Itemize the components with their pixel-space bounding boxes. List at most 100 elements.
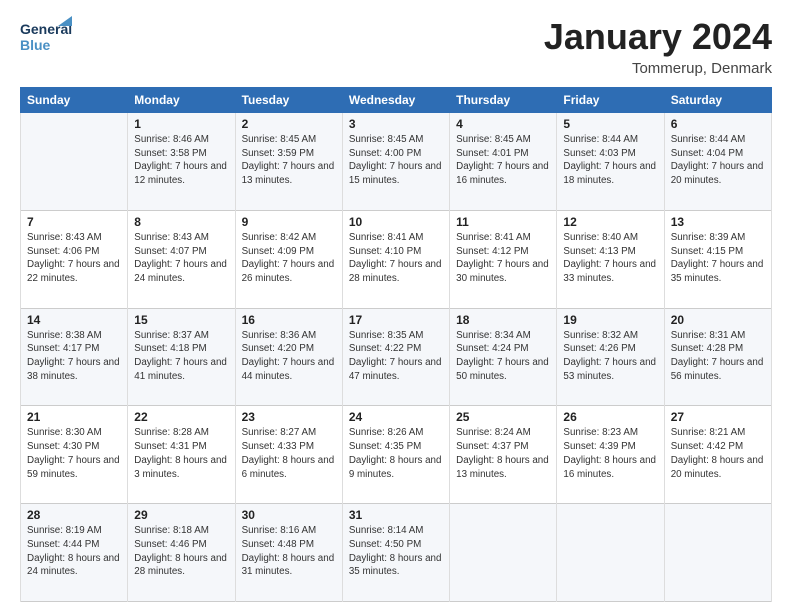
logo: General Blue [20,16,72,58]
table-cell: 14 Sunrise: 8:38 AMSunset: 4:17 PMDayligh… [21,308,128,406]
day-info: Sunrise: 8:34 AMSunset: 4:24 PMDaylight:… [456,329,550,384]
table-cell: 2 Sunrise: 8:45 AMSunset: 3:59 PMDaylight… [235,113,342,211]
table-cell: 5 Sunrise: 8:44 AMSunset: 4:03 PMDaylight… [557,113,664,211]
day-info: Sunrise: 8:44 AMSunset: 4:04 PMDaylight:… [671,133,765,188]
table-cell: 7 Sunrise: 8:43 AMSunset: 4:06 PMDaylight… [21,210,128,308]
day-info: Sunrise: 8:30 AMSunset: 4:30 PMDaylight:… [27,426,121,481]
table-cell: 25 Sunrise: 8:24 AMSunset: 4:37 PMDayligh… [450,406,557,504]
day-number: 9 [242,215,336,229]
col-wednesday: Wednesday [342,88,449,113]
day-number: 26 [563,410,657,424]
table-cell: 27 Sunrise: 8:21 AMSunset: 4:42 PMDayligh… [664,406,771,504]
table-cell: 4Sunrise: 8:45 AMSunset: 4:01 PMDaylight… [450,113,557,211]
day-info: Sunrise: 8:46 AMSunset: 3:58 PMDaylight:… [134,133,228,188]
table-cell: 13 Sunrise: 8:39 AMSunset: 4:15 PMDayligh… [664,210,771,308]
day-number: 17 [349,313,443,327]
day-number: 7 [27,215,121,229]
day-info: Sunrise: 8:43 AMSunset: 4:07 PMDaylight:… [134,231,228,286]
day-number: 5 [563,117,657,131]
day-number: 2 [242,117,336,131]
table-cell [450,504,557,602]
day-info: Sunrise: 8:40 AMSunset: 4:13 PMDaylight:… [563,231,657,286]
day-info: Sunrise: 8:24 AMSunset: 4:37 PMDaylight:… [456,426,550,481]
day-info: Sunrise: 8:27 AMSunset: 4:33 PMDaylight:… [242,426,336,481]
day-number: 30 [242,508,336,522]
table-cell: 8 Sunrise: 8:43 AMSunset: 4:07 PMDaylight… [128,210,235,308]
day-number: 11 [456,215,550,229]
table-cell: 1 Sunrise: 8:46 AMSunset: 3:58 PMDaylight… [128,113,235,211]
day-number: 15 [134,313,228,327]
day-number: 6 [671,117,765,131]
svg-text:Blue: Blue [20,37,51,53]
col-tuesday: Tuesday [235,88,342,113]
title-block: January 2024 Tommerup, Denmark [544,16,772,77]
day-info: Sunrise: 8:21 AMSunset: 4:42 PMDaylight:… [671,426,765,481]
table-cell: 10Sunrise: 8:41 AMSunset: 4:10 PMDayligh… [342,210,449,308]
day-number: 13 [671,215,765,229]
day-info: Sunrise: 8:26 AMSunset: 4:35 PMDaylight:… [349,426,443,481]
day-number: 18 [456,313,550,327]
header-row: Sunday Monday Tuesday Wednesday Thursday… [21,88,772,113]
table-cell: 23 Sunrise: 8:27 AMSunset: 4:33 PMDayligh… [235,406,342,504]
table-cell [21,113,128,211]
table-row: 7 Sunrise: 8:43 AMSunset: 4:06 PMDaylight… [21,210,772,308]
col-sunday: Sunday [21,88,128,113]
table-cell: 20Sunrise: 8:31 AMSunset: 4:28 PMDayligh… [664,308,771,406]
table-row: 1 Sunrise: 8:46 AMSunset: 3:58 PMDaylight… [21,113,772,211]
calendar-title: January 2024 [544,16,772,58]
table-cell: 3 Sunrise: 8:45 AMSunset: 4:00 PMDaylight… [342,113,449,211]
day-number: 3 [349,117,443,131]
table-cell: 30 Sunrise: 8:16 AMSunset: 4:48 PMDayligh… [235,504,342,602]
calendar-subtitle: Tommerup, Denmark [544,60,772,77]
table-cell: 29 Sunrise: 8:18 AMSunset: 4:46 PMDayligh… [128,504,235,602]
day-info: Sunrise: 8:32 AMSunset: 4:26 PMDaylight:… [563,329,657,384]
day-info: Sunrise: 8:35 AMSunset: 4:22 PMDaylight:… [349,329,443,384]
day-info: Sunrise: 8:44 AMSunset: 4:03 PMDaylight:… [563,133,657,188]
col-friday: Friday [557,88,664,113]
day-number: 25 [456,410,550,424]
table-cell: 11 Sunrise: 8:41 AMSunset: 4:12 PMDayligh… [450,210,557,308]
day-number: 28 [27,508,121,522]
table-cell: 28Sunrise: 8:19 AMSunset: 4:44 PMDayligh… [21,504,128,602]
day-info: Sunrise: 8:45 AMSunset: 4:00 PMDaylight:… [349,133,443,188]
table-row: 21 Sunrise: 8:30 AMSunset: 4:30 PMDayligh… [21,406,772,504]
day-info: Sunrise: 8:38 AMSunset: 4:17 PMDaylight:… [27,329,121,384]
day-info: Sunrise: 8:45 AMSunset: 4:01 PMDaylight:… [456,133,550,188]
table-cell: 12 Sunrise: 8:40 AMSunset: 4:13 PMDayligh… [557,210,664,308]
table-cell: 26Sunrise: 8:23 AMSunset: 4:39 PMDayligh… [557,406,664,504]
day-info: Sunrise: 8:16 AMSunset: 4:48 PMDaylight:… [242,524,336,579]
day-info: Sunrise: 8:43 AMSunset: 4:06 PMDaylight:… [27,231,121,286]
day-number: 12 [563,215,657,229]
calendar-table: Sunday Monday Tuesday Wednesday Thursday… [20,87,772,602]
table-row: 28Sunrise: 8:19 AMSunset: 4:44 PMDayligh… [21,504,772,602]
col-monday: Monday [128,88,235,113]
day-number: 14 [27,313,121,327]
day-number: 8 [134,215,228,229]
day-info: Sunrise: 8:42 AMSunset: 4:09 PMDaylight:… [242,231,336,286]
day-info: Sunrise: 8:18 AMSunset: 4:46 PMDaylight:… [134,524,228,579]
day-number: 23 [242,410,336,424]
day-number: 21 [27,410,121,424]
table-row: 14 Sunrise: 8:38 AMSunset: 4:17 PMDayligh… [21,308,772,406]
table-cell: 15Sunrise: 8:37 AMSunset: 4:18 PMDayligh… [128,308,235,406]
day-number: 1 [134,117,228,131]
day-info: Sunrise: 8:36 AMSunset: 4:20 PMDaylight:… [242,329,336,384]
day-number: 16 [242,313,336,327]
day-number: 29 [134,508,228,522]
table-cell: 17 Sunrise: 8:35 AMSunset: 4:22 PMDayligh… [342,308,449,406]
day-info: Sunrise: 8:45 AMSunset: 3:59 PMDaylight:… [242,133,336,188]
table-cell: 19Sunrise: 8:32 AMSunset: 4:26 PMDayligh… [557,308,664,406]
table-cell: 21 Sunrise: 8:30 AMSunset: 4:30 PMDayligh… [21,406,128,504]
table-cell: 24Sunrise: 8:26 AMSunset: 4:35 PMDayligh… [342,406,449,504]
header: General Blue January 2024 Tommerup, Denm… [20,16,772,77]
table-cell: 6 Sunrise: 8:44 AMSunset: 4:04 PMDaylight… [664,113,771,211]
day-info: Sunrise: 8:39 AMSunset: 4:15 PMDaylight:… [671,231,765,286]
day-number: 27 [671,410,765,424]
day-number: 31 [349,508,443,522]
day-info: Sunrise: 8:41 AMSunset: 4:12 PMDaylight:… [456,231,550,286]
logo-icon: General Blue [20,16,72,58]
day-info: Sunrise: 8:14 AMSunset: 4:50 PMDaylight:… [349,524,443,579]
calendar-page: General Blue January 2024 Tommerup, Denm… [0,0,792,612]
table-cell [664,504,771,602]
day-number: 20 [671,313,765,327]
